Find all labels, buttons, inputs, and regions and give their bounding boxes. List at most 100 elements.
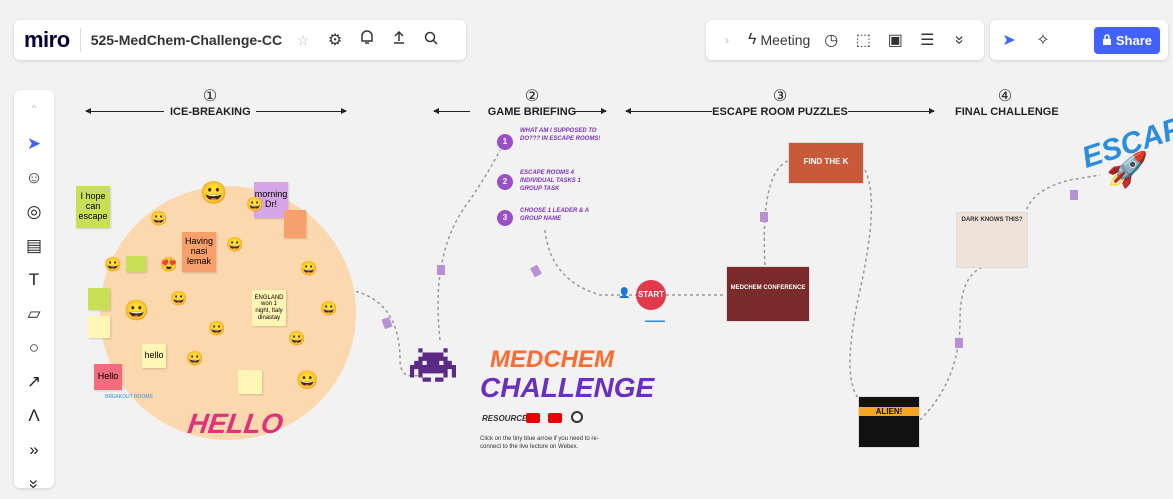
step-text: ESCAPE ROOMS 4 INDIVIDUAL TASKS 1 GROUP … (520, 170, 581, 192)
emoji-sticker[interactable]: 😀 (288, 330, 305, 347)
search-icon[interactable] (420, 31, 442, 50)
arrow-line (85, 108, 164, 114)
space-invader-icon[interactable] (410, 346, 456, 384)
bell-icon[interactable] (356, 30, 378, 50)
emoji-sticker[interactable]: 😀 (150, 210, 167, 227)
arrow-line (572, 108, 607, 114)
youtube-icon[interactable] (526, 413, 540, 423)
expand-toolbar-icon[interactable]: » (22, 472, 46, 496)
section-title: FINAL CHALLENGE (955, 106, 1059, 118)
step-number: 3 (497, 210, 513, 226)
chevron-right-icon[interactable]: › (716, 33, 738, 47)
step-number: 2 (497, 174, 513, 190)
arrow-line (848, 108, 935, 114)
emoji-sticker[interactable]: 😀 (104, 256, 121, 273)
collapse-tool-icon[interactable]: ⌃ (22, 98, 46, 122)
section-title: ICE-BREAKING (170, 106, 251, 118)
section-title: ESCAPE ROOM PUZZLES (712, 106, 848, 118)
star-icon[interactable]: ☆ (292, 32, 314, 49)
connector-tool-icon[interactable]: ↗ (22, 370, 46, 394)
sticky-note[interactable] (238, 370, 262, 394)
meeting-label: Meeting (760, 32, 811, 48)
top-bar-collaboration: › ϟ Meeting ◷ ⬚ ▣ ☰ » (706, 20, 984, 60)
webex-icon[interactable] (571, 411, 583, 423)
sticky-note[interactable] (88, 288, 110, 310)
shape-tool-icon[interactable]: ○ (22, 336, 46, 360)
cursor-icon[interactable]: ➤ (998, 30, 1020, 50)
templates-tool-icon[interactable]: ▤ (22, 234, 46, 258)
breakout-rooms-link[interactable]: BREAKOUT ROOMS (104, 394, 154, 401)
puzzle-card-final[interactable]: DARK KNOWS THIS? (956, 212, 1028, 268)
emoji-sticker[interactable]: 😀 (246, 196, 263, 213)
emoji-sticker[interactable]: 😀 (186, 350, 203, 367)
more-icon[interactable]: » (950, 29, 968, 51)
settings-icon[interactable]: ⚙ (324, 30, 346, 50)
emoji-sticker[interactable]: 😀 (296, 370, 318, 391)
youtube-icon[interactable] (548, 413, 562, 423)
export-icon[interactable] (388, 30, 410, 50)
step-text: WHAT AM I SUPPOSED TO DO??? IN ESCAPE RO… (520, 128, 601, 142)
sticky-note[interactable]: I hope can escape (76, 186, 110, 228)
section-title: GAME BRIEFING (487, 106, 577, 118)
puzzle-card-conference[interactable]: MEDCHEM CONFERENCE (726, 266, 810, 322)
person-icon: 👤 (618, 288, 631, 299)
emoji-sticker[interactable]: 😀 (124, 298, 149, 323)
arrow-line (256, 108, 347, 114)
pen-tool-icon[interactable]: Λ (22, 404, 46, 428)
start-link[interactable]: ▬▬▬▬ (630, 318, 680, 325)
sticky-note[interactable] (284, 210, 306, 238)
section-final-challenge: ④ FINAL CHALLENGE (955, 86, 1059, 118)
card-icon[interactable]: ⬚ (852, 30, 874, 50)
present-icon[interactable]: ▣ (884, 30, 906, 50)
reactions-icon[interactable]: ✧ (1032, 30, 1054, 50)
start-button[interactable]: START (636, 280, 666, 310)
puzzle-card-alien[interactable]: ALIEN! (858, 396, 920, 448)
section-number: ③ (772, 88, 788, 105)
more-tools-icon[interactable]: » (22, 438, 46, 462)
arrow-line (433, 108, 470, 114)
top-bar-share: ➤ ✧ Share (990, 20, 1168, 60)
lock-icon (1102, 33, 1112, 48)
timer-icon[interactable]: ◷ (820, 30, 842, 50)
section-escape-room-puzzles: ③ ESCAPE ROOM PUZZLES (712, 86, 848, 118)
left-toolbar: ⌃ ➤ ☺ ◎ ▤ T ▱ ○ ↗ Λ » » (14, 90, 54, 489)
select-tool-icon[interactable]: ➤ (22, 132, 46, 156)
step-number: 1 (497, 134, 513, 150)
share-button[interactable]: Share (1093, 26, 1160, 54)
sticky-note[interactable]: Having nasi lemak (182, 232, 216, 272)
sticky-note[interactable]: Hello (94, 364, 122, 390)
emoji-sticker[interactable]: 😍 (160, 256, 177, 273)
puzzle-card-find[interactable]: FIND THE K (788, 142, 864, 184)
sticky-note[interactable] (126, 256, 146, 272)
sticky-note-tool-icon[interactable]: ▱ (22, 302, 46, 326)
miro-logo[interactable]: miro (24, 27, 70, 53)
medchem-title[interactable]: MEDCHEM (490, 346, 614, 374)
emoji-sticker[interactable]: 😀 (226, 236, 243, 253)
section-number: ④ (997, 88, 1013, 105)
text-tool-icon[interactable]: T (22, 268, 46, 292)
emoji-sticker[interactable]: 😀 (200, 180, 227, 206)
emoji-sticker[interactable]: 😀 (170, 290, 187, 307)
stencil-tool-icon[interactable]: ◎ (22, 200, 46, 224)
section-number: ② (524, 88, 540, 105)
section-ice-breaking: ① ICE-BREAKING (170, 86, 251, 118)
sticker-tool-icon[interactable]: ☺ (22, 166, 46, 190)
challenge-title[interactable]: CHALLENGE (480, 372, 654, 404)
board-name[interactable]: 525-MedChem-Challenge-CC (91, 32, 282, 48)
share-label: Share (1115, 32, 1152, 48)
notes-icon[interactable]: ☰ (916, 30, 938, 50)
arrow-line (625, 108, 712, 114)
emoji-sticker[interactable]: 😀 (300, 260, 317, 277)
instruction-text: Click on the tiny blue arrow if you need… (480, 436, 599, 450)
section-game-briefing: ② GAME BRIEFING (472, 86, 592, 118)
sticky-note[interactable]: ENGLAND won 1 night, Italy dinastay (252, 290, 286, 326)
emoji-sticker[interactable]: 😀 (320, 300, 337, 317)
emoji-sticker[interactable]: 😀 (208, 320, 225, 337)
meeting-button[interactable]: ϟ Meeting (748, 31, 810, 49)
hello-title[interactable]: HELLO (186, 408, 285, 440)
rocket-icon[interactable]: 🚀 (1106, 150, 1148, 190)
section-number: ① (202, 88, 218, 105)
sticky-note[interactable]: hello (142, 344, 166, 368)
sticky-note[interactable] (88, 316, 110, 338)
step-text: CHOOSE 1 LEADER & A GROUP NAME (520, 208, 589, 222)
